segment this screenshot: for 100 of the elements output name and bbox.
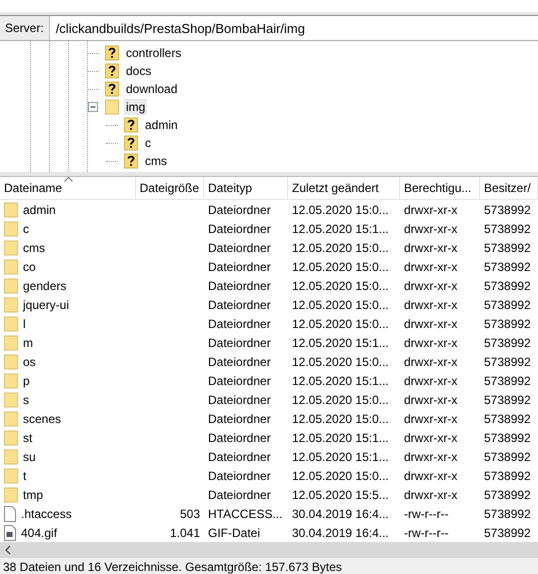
server-label: Server: [0, 16, 50, 40]
tree-item[interactable]: controllers [124, 45, 184, 61]
table-cell: 12.05.2020 15:0... [292, 298, 389, 312]
table-cell: drwxr-xr-x [404, 488, 458, 502]
file-name[interactable]: t [23, 468, 26, 482]
table-cell: drwxr-xr-x [404, 450, 458, 464]
table-cell: HTACCESS... [208, 506, 282, 520]
file-name[interactable]: p [23, 374, 30, 388]
file-name[interactable]: tmp [23, 488, 44, 502]
column-header[interactable]: Zuletzt geändert [288, 177, 400, 199]
column-header[interactable]: Dateiname [0, 177, 136, 199]
file-name[interactable]: jquery-ui [23, 298, 70, 312]
table-cell: 5738992 [484, 450, 531, 464]
table-cell: 5738992 [484, 202, 531, 216]
table-cell: drwxr-xr-x [404, 392, 458, 406]
table-cell: Dateiordner [208, 488, 271, 502]
table-cell: -rw-r--r-- [404, 526, 449, 540]
table-cell: Dateiordner [208, 336, 271, 350]
table-cell: 12.05.2020 15:5... [292, 488, 389, 502]
table-cell: 5738992 [484, 488, 531, 502]
tree-item[interactable]: admin [143, 117, 180, 133]
table-cell: 30.04.2019 16:4... [292, 506, 389, 520]
table-cell: 12.05.2020 15:1... [292, 430, 389, 444]
table-cell: Dateiordner [208, 260, 271, 274]
table-cell: 30.04.2019 16:4... [292, 526, 389, 540]
table-cell: 503 [180, 506, 200, 520]
column-header[interactable]: Dateigröße [136, 177, 204, 199]
table-cell: 5738992 [484, 430, 531, 444]
table-cell: Dateiordner [208, 222, 271, 236]
table-cell: 5738992 [484, 506, 531, 520]
table-cell: 12.05.2020 15:0... [292, 412, 389, 426]
table-cell: 12.05.2020 15:1... [292, 222, 389, 236]
table-cell: drwxr-xr-x [404, 412, 458, 426]
file-name[interactable]: su [23, 450, 36, 464]
column-header[interactable]: Berechtigu... [400, 177, 480, 199]
table-cell: 5738992 [484, 526, 531, 540]
table-cell: 12.05.2020 15:0... [292, 202, 389, 216]
table-cell: drwxr-xr-x [404, 278, 458, 292]
table-cell: 5738992 [484, 222, 531, 236]
tree-item[interactable]: docs [124, 63, 154, 79]
table-cell: 12.05.2020 15:1... [292, 450, 389, 464]
table-cell: drwxr-xr-x [404, 202, 458, 216]
table-cell: 12.05.2020 15:0... [292, 260, 389, 274]
table-cell: 1.041 [170, 526, 200, 540]
table-cell: drwxr-xr-x [404, 222, 458, 236]
table-cell: drwxr-xr-x [404, 316, 458, 330]
table-cell: 5738992 [484, 412, 531, 426]
file-name[interactable]: s [23, 392, 29, 406]
column-header[interactable]: Besitzer/ [480, 177, 538, 199]
file-name[interactable]: 404.gif [21, 526, 58, 540]
table-cell: 5738992 [484, 278, 531, 292]
file-name[interactable]: l [23, 316, 26, 330]
table-cell: 5738992 [484, 392, 531, 406]
tree-item[interactable]: img [124, 99, 148, 115]
table-cell: 12.05.2020 15:0... [292, 354, 389, 368]
table-cell: -rw-r--r-- [404, 506, 449, 520]
file-name[interactable]: scenes [23, 412, 62, 426]
file-name[interactable]: st [23, 430, 32, 444]
table-cell: drwxr-xr-x [404, 260, 458, 274]
table-cell: 12.05.2020 15:0... [292, 468, 389, 482]
tree-item[interactable]: c [143, 135, 153, 151]
table-cell: drwxr-xr-x [404, 468, 458, 482]
table-cell: Dateiordner [208, 354, 271, 368]
table-cell: Dateiordner [208, 450, 271, 464]
table-cell: Dateiordner [208, 374, 271, 388]
status-text: 38 Dateien und 16 Verzeichnisse. Gesamtgröße: 157.673 Bytes [0, 558, 538, 574]
table-cell: 5738992 [484, 260, 531, 274]
table-cell: Dateiordner [208, 316, 271, 330]
tree-item[interactable]: cms [143, 153, 169, 169]
file-name[interactable]: genders [23, 278, 66, 292]
table-cell: 5738992 [484, 316, 531, 330]
table-cell: Dateiordner [208, 412, 271, 426]
table-cell: 5738992 [484, 298, 531, 312]
file-name[interactable]: cms [23, 240, 45, 254]
table-cell: 12.05.2020 15:0... [292, 392, 389, 406]
table-cell: drwxr-xr-x [404, 354, 458, 368]
file-name[interactable]: co [23, 260, 36, 274]
table-cell: Dateiordner [208, 430, 271, 444]
table-cell: drwxr-xr-x [404, 374, 458, 388]
table-cell: Dateiordner [208, 392, 271, 406]
table-cell: 12.05.2020 15:0... [292, 278, 389, 292]
table-cell: 12.05.2020 15:0... [292, 316, 389, 330]
file-name[interactable]: os [23, 354, 36, 368]
table-cell: 5738992 [484, 374, 531, 388]
table-cell: 12.05.2020 15:1... [292, 374, 389, 388]
table-cell: drwxr-xr-x [404, 298, 458, 312]
file-name[interactable]: .htaccess [21, 506, 72, 520]
tree-item[interactable]: download [124, 81, 180, 97]
table-cell: Dateiordner [208, 278, 271, 292]
table-cell: 5738992 [484, 354, 531, 368]
table-cell: 5738992 [484, 336, 531, 350]
table-cell: 5738992 [484, 240, 531, 254]
column-header[interactable]: Dateityp [204, 177, 288, 199]
table-cell: Dateiordner [208, 298, 271, 312]
file-name[interactable]: c [23, 222, 29, 236]
table-cell: drwxr-xr-x [404, 240, 458, 254]
table-cell: GIF-Datei [208, 526, 260, 540]
file-name[interactable]: admin [23, 202, 56, 216]
table-cell: 12.05.2020 15:1... [292, 336, 389, 350]
file-name[interactable]: m [23, 336, 33, 350]
